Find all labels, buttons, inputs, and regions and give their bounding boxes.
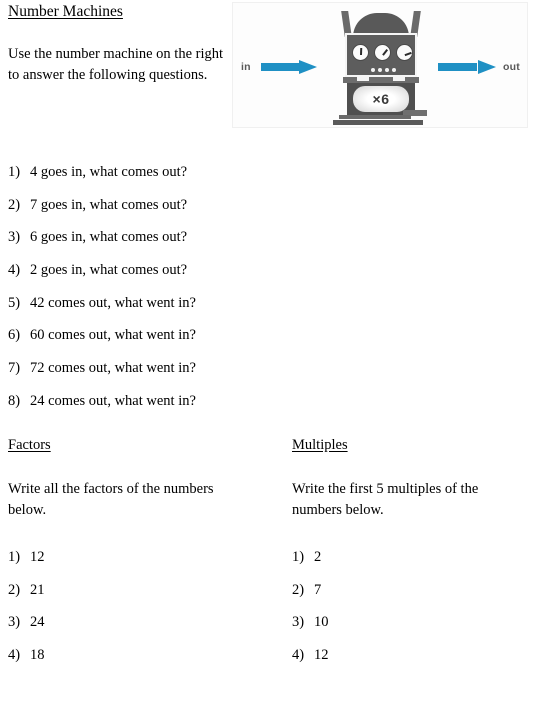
list-item-number: 4) (292, 646, 305, 663)
list-item: 4) 2 goes in, what comes out? (8, 262, 278, 295)
list-item-number: 3) (8, 229, 21, 246)
list-item-number: 8) (8, 392, 21, 409)
list-item-text: 24 (30, 614, 45, 630)
machine-gauge-3-icon (396, 44, 413, 61)
multiples-description: Write the first 5 multiples of the numbe… (292, 481, 479, 518)
list-item-text: 72 comes out, what went in? (30, 360, 196, 377)
list-item-text: 21 (30, 581, 45, 598)
machine-operation-text: ×6 (372, 91, 390, 107)
multiples-heading: Multiples (292, 437, 348, 453)
list-item-number: 1) (8, 549, 21, 565)
factors-list: 1) 12 2) 21 3) 24 4) 18 (8, 549, 258, 679)
list-item: 4) 18 (8, 647, 258, 680)
list-item-text: 60 comes out, what went in? (30, 327, 196, 344)
list-item-number: 5) (8, 294, 21, 311)
list-item: 6) 60 comes out, what went in? (8, 327, 278, 360)
list-item-number: 4) (8, 646, 21, 663)
list-item: 3) 10 (292, 614, 540, 647)
machine-indicator-lights (371, 68, 396, 72)
number-machine-illustration: in ×6 out (232, 2, 528, 128)
list-item: 2) 7 (292, 582, 540, 615)
machine-graphic: ×6 (331, 7, 431, 127)
list-item-number: 7) (8, 360, 21, 377)
list-item-text: 2 goes in, what comes out? (30, 262, 188, 279)
list-item-number: 3) (8, 614, 21, 630)
list-item-text: 7 (314, 581, 322, 598)
multiples-section: Multiples Write the first 5 multiples of… (292, 436, 540, 679)
out-label: out (503, 61, 520, 73)
machine-base-upper (339, 115, 411, 119)
number-machine-question-list: 1) 4 goes in, what comes out? 2) 7 goes … (8, 164, 278, 426)
list-item-number: 6) (8, 327, 21, 344)
list-item-number: 2) (8, 196, 21, 213)
page-title: Number Machines (8, 3, 123, 20)
multiples-list: 1) 2 2) 7 3) 10 4) 12 (292, 549, 540, 679)
list-item-text: 2 (314, 549, 322, 565)
factors-heading: Factors (8, 437, 51, 453)
machine-gauge-2-icon (374, 44, 391, 61)
factors-section: Factors Write all the factors of the num… (8, 436, 258, 679)
factors-description: Write all the factors of the numbers bel… (8, 481, 214, 518)
list-item: 3) 24 (8, 614, 258, 647)
list-item: 1) 4 goes in, what comes out? (8, 164, 278, 197)
list-item: 8) 24 comes out, what went in? (8, 393, 278, 426)
list-item-text: 12 (314, 646, 329, 663)
list-item-text: 42 comes out, what went in? (30, 294, 196, 311)
list-item: 7) 72 comes out, what went in? (8, 360, 278, 393)
list-item-text: 24 comes out, what went in? (30, 392, 196, 409)
machine-operation-screen: ×6 (353, 86, 409, 112)
list-item-number: 1) (292, 549, 305, 565)
intro-instruction: Use the number machine on the right to a… (8, 46, 224, 83)
list-item-number: 1) (8, 164, 21, 180)
list-item: 3) 6 goes in, what comes out? (8, 229, 278, 262)
machine-base-lower (333, 120, 423, 125)
worksheet-page: Number Machines Use the number machine o… (0, 0, 540, 720)
list-item: 2) 7 goes in, what comes out? (8, 197, 278, 230)
list-item-number: 2) (292, 581, 305, 598)
in-arrow-icon (261, 60, 317, 74)
list-item-text: 18 (30, 646, 45, 663)
list-item-number: 3) (292, 614, 305, 630)
list-item-number: 2) (8, 581, 21, 598)
list-item-text: 6 goes in, what comes out? (30, 229, 188, 246)
list-item: 4) 12 (292, 647, 540, 680)
list-item-text: 10 (314, 614, 329, 630)
list-item-text: 7 goes in, what comes out? (30, 196, 188, 213)
list-item: 1) 12 (8, 549, 258, 582)
list-item: 1) 2 (292, 549, 540, 582)
list-item: 2) 21 (8, 582, 258, 615)
machine-gauge-1-icon (352, 44, 369, 61)
in-label: in (241, 61, 251, 73)
list-item-text: 4 goes in, what comes out? (30, 164, 188, 180)
list-item-number: 4) (8, 262, 21, 279)
out-arrow-icon (438, 60, 496, 74)
list-item-text: 12 (30, 549, 45, 565)
list-item: 5) 42 comes out, what went in? (8, 295, 278, 328)
machine-head-panel (345, 33, 417, 91)
